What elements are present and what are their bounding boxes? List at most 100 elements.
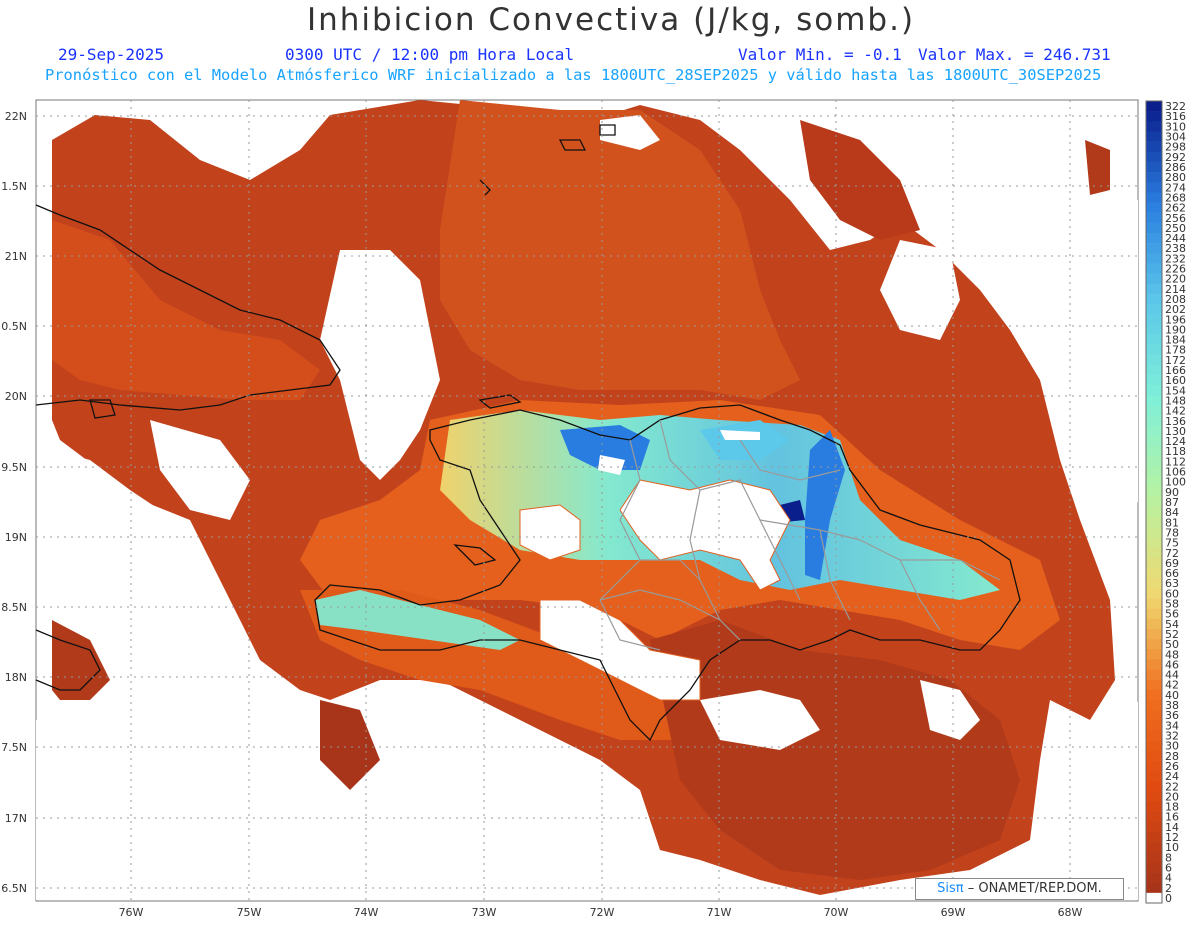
- colorbar-swatch: [1146, 811, 1162, 823]
- colorbar-swatch: [1146, 639, 1162, 650]
- colorbar-swatch: [1146, 141, 1162, 153]
- colorbar-swatch: [1146, 669, 1162, 680]
- colorbar-label: 0: [1165, 892, 1172, 905]
- colorbar-swatch: [1146, 882, 1162, 894]
- lon-label-5: 71W: [707, 906, 732, 919]
- lon-label-4: 72W: [590, 906, 615, 919]
- colorbar-swatch: [1146, 842, 1162, 853]
- colorbar-swatch: [1146, 151, 1162, 163]
- colorbar-swatch: [1146, 608, 1162, 620]
- colorbar-swatch: [1146, 567, 1162, 579]
- colorbar-swatch: [1146, 507, 1162, 518]
- colorbar-swatch: [1146, 791, 1162, 802]
- colorbar-swatch: [1146, 243, 1162, 254]
- colorbar-swatch: [1146, 760, 1162, 772]
- colorbar-swatch: [1146, 547, 1162, 559]
- lon-label-3: 73W: [472, 906, 497, 919]
- colorbar-swatch: [1146, 192, 1162, 203]
- colorbar-swatch: [1146, 537, 1162, 548]
- colorbar-swatch: [1146, 415, 1162, 427]
- colorbar-swatch: [1146, 720, 1162, 731]
- colorbar-swatch: [1146, 131, 1162, 142]
- colorbar-swatch: [1146, 293, 1162, 305]
- colorbar-swatch: [1146, 527, 1162, 538]
- colorbar-swatch: [1146, 436, 1162, 447]
- colorbar-swatch: [1146, 831, 1162, 843]
- colorbar-swatch: [1146, 771, 1162, 782]
- lat-label-11: 6.5N: [1, 882, 27, 895]
- lat-label-1: 1.5N: [1, 180, 27, 193]
- colorbar-swatch: [1146, 618, 1162, 630]
- colorbar-swatch: [1146, 172, 1162, 183]
- colorbar-swatch: [1146, 628, 1162, 640]
- colorbar-swatch: [1146, 364, 1162, 376]
- colorbar-swatch: [1146, 496, 1162, 508]
- colorbar-swatch: [1146, 121, 1162, 132]
- colorbar-swatch: [1146, 202, 1162, 213]
- colorbar: 3223163103042982922862802742682622562502…: [1145, 100, 1186, 905]
- colorbar-swatch: [1146, 821, 1162, 833]
- colorbar-swatch: [1146, 375, 1162, 386]
- lon-label-8: 68W: [1058, 906, 1083, 919]
- colorbar-swatch: [1146, 486, 1162, 498]
- credit-box: Sisπ – ONAMET/REP.DOM.: [915, 878, 1124, 900]
- lat-label-0: 22N: [5, 110, 27, 123]
- cin-map: 76W 75W 74W 73W 72W 71W 70W 69W 68W 22N …: [1, 99, 1186, 919]
- colorbar-swatch: [1146, 892, 1162, 904]
- sispi-logo: Sisπ: [937, 881, 964, 896]
- colorbar-swatch: [1146, 101, 1162, 112]
- colorbar-swatch: [1146, 517, 1162, 528]
- colorbar-swatch: [1146, 578, 1162, 589]
- colorbar-swatch: [1146, 273, 1162, 285]
- lon-labels: 76W 75W 74W 73W 72W 71W 70W 69W 68W: [119, 906, 1083, 919]
- colorbar-swatch: [1146, 689, 1162, 701]
- colorbar-swatch: [1146, 111, 1162, 122]
- colorbar-swatch: [1146, 781, 1162, 792]
- lat-label-4: 20N: [5, 390, 27, 403]
- colorbar-swatch: [1146, 425, 1162, 437]
- lat-label-2: 21N: [5, 250, 27, 263]
- lat-label-10: 17N: [5, 812, 27, 825]
- colorbar-swatch: [1146, 344, 1162, 356]
- lon-label-6: 70W: [824, 906, 849, 919]
- colorbar-swatch: [1146, 304, 1162, 315]
- colorbar-swatch: [1146, 466, 1162, 477]
- colorbar-swatch: [1146, 253, 1162, 264]
- colorbar-swatch: [1146, 314, 1162, 325]
- colorbar-swatch: [1146, 283, 1162, 295]
- colorbar-swatch: [1146, 476, 1162, 488]
- colorbar-swatch: [1146, 395, 1162, 406]
- colorbar-swatch: [1146, 354, 1162, 366]
- lon-label-2: 74W: [354, 906, 379, 919]
- lat-label-5: 9.5N: [1, 461, 27, 474]
- colorbar-swatch: [1146, 588, 1162, 599]
- colorbar-swatch: [1146, 182, 1162, 193]
- colorbar-swatch: [1146, 801, 1162, 812]
- colorbar-swatch: [1146, 750, 1162, 762]
- lat-label-9: 7.5N: [1, 741, 27, 754]
- colorbar-swatch: [1146, 710, 1162, 721]
- lon-label-7: 69W: [941, 906, 966, 919]
- colorbar-swatch: [1146, 699, 1162, 711]
- colorbar-swatch: [1146, 679, 1162, 691]
- credit-text: – ONAMET/REP.DOM.: [967, 881, 1102, 896]
- colorbar-swatch: [1146, 659, 1162, 670]
- colorbar-swatch: [1146, 212, 1162, 224]
- colorbar-swatch: [1146, 222, 1162, 234]
- colorbar-swatch: [1146, 872, 1162, 883]
- colorbar-swatch: [1146, 232, 1162, 244]
- colorbar-swatch: [1146, 385, 1162, 396]
- lat-label-7: 8.5N: [1, 601, 27, 614]
- lat-labels: 22N 1.5N 21N 0.5N 20N 9.5N 19N 8.5N 18N …: [1, 110, 27, 895]
- colorbar-swatch: [1146, 730, 1162, 741]
- colorbar-swatch: [1146, 446, 1162, 457]
- colorbar-swatch: [1146, 862, 1162, 873]
- lon-label-1: 75W: [237, 906, 262, 919]
- colorbar-swatch: [1146, 324, 1162, 335]
- lat-label-3: 0.5N: [1, 320, 27, 333]
- lat-label-6: 19N: [5, 531, 27, 544]
- colorbar-swatch: [1146, 263, 1162, 274]
- lat-label-8: 18N: [5, 671, 27, 684]
- colorbar-swatch: [1146, 852, 1162, 863]
- colorbar-swatch: [1146, 456, 1162, 467]
